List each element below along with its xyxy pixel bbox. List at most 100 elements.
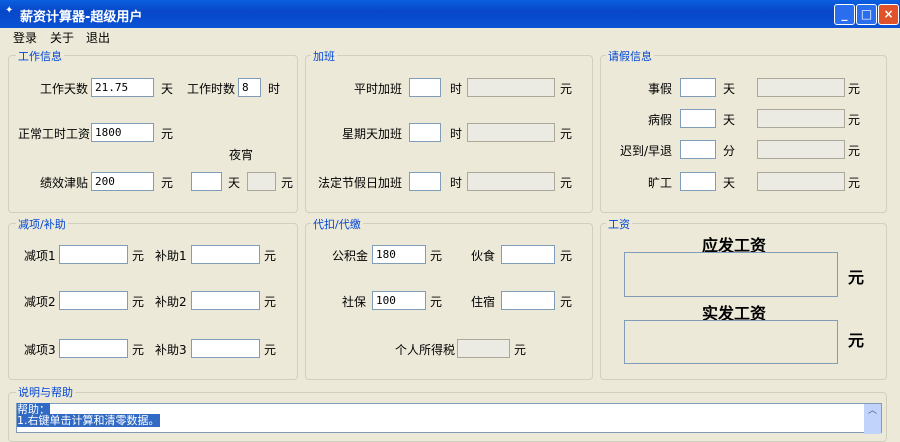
- overtime-legend: 加班: [311, 48, 337, 64]
- day-unit: 天: [161, 82, 174, 96]
- leave-yuan: 元: [848, 176, 861, 190]
- leave-label: 旷工: [647, 176, 672, 190]
- leave-legend: 请假信息: [606, 48, 654, 64]
- overtime-hours-input[interactable]: [409, 78, 441, 97]
- menu-about[interactable]: 关于: [50, 29, 74, 46]
- subsidy-input[interactable]: [191, 339, 260, 358]
- work-days-input[interactable]: [91, 78, 154, 97]
- menu-exit[interactable]: 退出: [86, 29, 110, 46]
- overtime-yuan: 元: [560, 176, 573, 190]
- leave-unit: 天: [723, 113, 736, 127]
- help-line: 1.右键单击计算和清零数据。: [17, 414, 160, 427]
- bonus-label: 绩效津贴: [40, 176, 89, 190]
- insurance-yuan: 元: [430, 295, 443, 309]
- maximize-button[interactable]: □: [856, 4, 877, 25]
- subsidy-yuan: 元: [264, 343, 277, 357]
- meal-yuan: 元: [560, 249, 573, 263]
- tax-yuan: 元: [514, 343, 527, 357]
- minimize-button[interactable]: _: [834, 4, 855, 25]
- app-icon: ✦: [5, 5, 14, 16]
- night-day-unit: 天: [228, 176, 241, 190]
- leave-amount-field: [757, 172, 845, 191]
- leave-input[interactable]: [680, 78, 716, 97]
- leave-amount-field: [757, 140, 845, 159]
- overtime-hours-input[interactable]: [409, 123, 441, 142]
- deduction-label: 减项1: [24, 249, 56, 263]
- overtime-amount-field: [467, 123, 555, 142]
- tax-field: [457, 339, 510, 358]
- salary-legend: 工资: [606, 216, 632, 232]
- meal-label: 伙食: [471, 249, 496, 263]
- overtime-unit: 时: [450, 176, 463, 190]
- leave-yuan: 元: [848, 113, 861, 127]
- deduct-legend: 减项/补助: [16, 216, 68, 232]
- scrollbar-up-arrow-icon[interactable]: ︿: [864, 404, 881, 434]
- leave-input[interactable]: [680, 172, 716, 191]
- deduction-input[interactable]: [59, 339, 128, 358]
- overtime-unit: 时: [450, 127, 463, 141]
- window-title: 薪资计算器-超级用户: [20, 10, 143, 25]
- overtime-amount-field: [467, 78, 555, 97]
- withhold-legend: 代扣/代缴: [311, 216, 363, 232]
- deduction-input[interactable]: [59, 291, 128, 310]
- leave-unit: 天: [723, 176, 736, 190]
- work-info-legend: 工作信息: [16, 48, 64, 64]
- deduction-label: 减项3: [24, 343, 56, 357]
- help-textarea[interactable]: 帮助： 1.右键单击计算和清零数据。 ︿: [16, 403, 882, 434]
- subsidy-label: 补助3: [155, 343, 187, 357]
- leave-amount-field: [757, 78, 845, 97]
- night-label: 夜宵: [229, 148, 254, 162]
- night-days-input[interactable]: [191, 172, 222, 191]
- overtime-label: 星期天加班: [341, 127, 402, 141]
- menu-login[interactable]: 登录: [13, 29, 37, 46]
- deduction-input[interactable]: [59, 245, 128, 264]
- leave-unit: 天: [723, 82, 736, 96]
- bonus-yuan: 元: [161, 176, 174, 190]
- overtime-yuan: 元: [560, 127, 573, 141]
- subsidy-input[interactable]: [191, 245, 260, 264]
- leave-amount-field: [757, 109, 845, 128]
- leave-yuan: 元: [848, 144, 861, 158]
- menu-bar: 登录 关于 退出: [0, 28, 900, 46]
- overtime-amount-field: [467, 172, 555, 191]
- subsidy-input[interactable]: [191, 291, 260, 310]
- deduction-label: 减项2: [24, 295, 56, 309]
- leave-label: 病假: [647, 113, 672, 127]
- help-legend: 说明与帮助: [16, 384, 75, 400]
- room-input[interactable]: [501, 291, 555, 310]
- leave-input[interactable]: [680, 109, 716, 128]
- bonus-input[interactable]: [91, 172, 154, 191]
- gross-yuan: 元: [848, 268, 865, 287]
- room-yuan: 元: [560, 295, 573, 309]
- leave-input[interactable]: [680, 140, 716, 159]
- subsidy-label: 补助2: [155, 295, 187, 309]
- subsidy-yuan: 元: [264, 295, 277, 309]
- deduction-yuan: 元: [132, 343, 145, 357]
- work-hours-input[interactable]: [238, 78, 261, 97]
- close-button[interactable]: ×: [878, 4, 899, 25]
- overtime-label: 平时加班: [353, 82, 402, 96]
- wage-input[interactable]: [91, 123, 154, 142]
- insurance-label: 社保: [342, 295, 367, 309]
- hour-unit: 时: [268, 82, 281, 96]
- wage-label: 正常工时工资: [18, 127, 91, 141]
- overtime-yuan: 元: [560, 82, 573, 96]
- night-yuan: 元: [281, 176, 294, 190]
- subsidy-label: 补助1: [155, 249, 187, 263]
- night-amount-field: [247, 172, 276, 191]
- leave-unit: 分: [723, 144, 736, 158]
- title-bar: ✦ 薪资计算器-超级用户 _ □ ×: [0, 0, 900, 28]
- fund-input[interactable]: [372, 245, 426, 264]
- work-days-label: 工作天数: [40, 82, 89, 96]
- fund-yuan: 元: [430, 249, 443, 263]
- fund-label: 公积金: [332, 249, 369, 263]
- meal-input[interactable]: [501, 245, 555, 264]
- leave-yuan: 元: [848, 82, 861, 96]
- overtime-unit: 时: [450, 82, 463, 96]
- overtime-hours-input[interactable]: [409, 172, 441, 191]
- leave-label: 迟到/早退: [619, 144, 672, 158]
- insurance-input[interactable]: [372, 291, 426, 310]
- wage-yuan: 元: [161, 127, 174, 141]
- net-salary-display: [624, 320, 838, 364]
- deduction-yuan: 元: [132, 249, 145, 263]
